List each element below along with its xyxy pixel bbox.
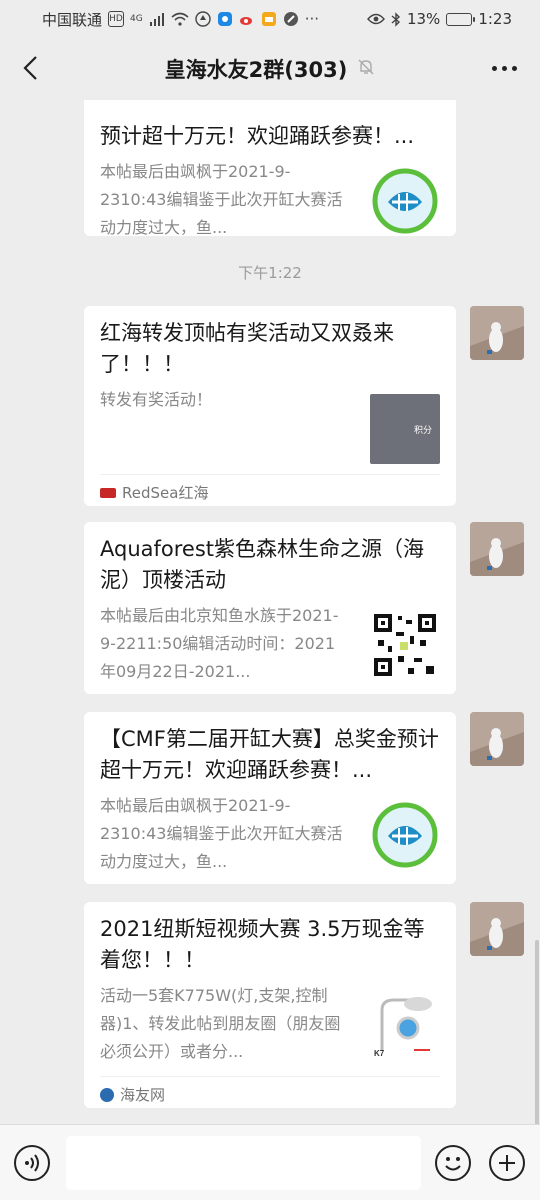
more-dot xyxy=(491,65,497,71)
chat-title: 皇海水友2群(303) xyxy=(164,58,348,82)
app-icon xyxy=(283,11,299,27)
app-icon xyxy=(195,11,211,27)
message-timestamp: 下午1:22 xyxy=(238,264,302,282)
more-actions-button[interactable] xyxy=(489,1145,525,1181)
app-icon xyxy=(217,11,233,27)
status-bar: 中国联通 HD 4G ··· 13% 1:23 xyxy=(0,0,540,38)
card-body: 本帖最后由北京知鱼水族于2021-9-2211:50编辑活动时间：2021年09… xyxy=(100,602,440,686)
notification-icon xyxy=(261,11,277,27)
fish-logo-thumbnail xyxy=(370,800,440,870)
chat-header: 皇海水友2群(303) xyxy=(0,38,540,100)
input-bar xyxy=(0,1124,540,1200)
card-description: 活动一5套K775W(灯,支架,控制器)1、转发此帖到朋友圈（朋友圈必须公开）或… xyxy=(100,986,341,1061)
card-title: Aquaforest紫色森林生命之源（海泥）顶楼活动 xyxy=(100,537,425,592)
card-body: 本帖最后由飒枫于2021-9-2310:43编辑鉴于此次开缸大赛活动力度过大，鱼… xyxy=(100,158,440,242)
card-description: 转发有奖活动！ xyxy=(100,390,213,409)
voice-icon xyxy=(25,1154,39,1172)
card-body: 本帖最后由飒枫于2021-9-2310:43编辑鉴于此次开缸大赛活动力度过大，鱼… xyxy=(100,792,440,876)
card-description: 本帖最后由飒枫于2021-9-2310:43编辑鉴于此次开缸大赛活动力度过大，鱼… xyxy=(100,796,343,871)
card-description: 本帖最后由北京知鱼水族于2021-9-2211:50编辑活动时间：2021年09… xyxy=(100,606,339,681)
chat-title-container: 皇海水友2群(303) xyxy=(165,54,376,84)
chevron-left-icon xyxy=(23,56,37,80)
card-title: 预计超十万元！欢迎踊跃参赛！... xyxy=(100,124,415,148)
plus-icon xyxy=(499,1155,515,1171)
card-source: 海友网 xyxy=(100,1076,440,1112)
thumbnail-text: 积分 xyxy=(413,425,432,436)
link-card[interactable]: 【CMF第二届开缸大赛】总奖金预计超十万元！欢迎踊跃参赛！... 本帖最后由飒枫… xyxy=(84,712,456,884)
lamp-product-thumbnail: K7 xyxy=(370,990,440,1060)
card-source: RedSea红海 xyxy=(100,474,440,510)
redsea-source-icon xyxy=(100,487,116,498)
avatar[interactable] xyxy=(470,712,524,766)
carrier-label: 中国联通 xyxy=(42,10,103,29)
bell-off-icon xyxy=(357,57,375,81)
hd-badge: HD xyxy=(108,11,125,27)
card-title: 2021纽斯短视频大赛 3.5万现金等着您！！！ xyxy=(100,917,425,972)
message-input[interactable] xyxy=(66,1136,421,1190)
scrollbar[interactable] xyxy=(535,940,539,1124)
source-name: RedSea红海 xyxy=(122,484,209,502)
battery-icon xyxy=(446,12,476,26)
more-dot xyxy=(501,65,507,71)
weibo-icon xyxy=(239,11,255,27)
voice-input-button[interactable] xyxy=(14,1145,50,1181)
card-body: 转发有奖活动！ 积分 xyxy=(100,386,440,464)
qr-code-thumbnail xyxy=(370,610,440,680)
redsea-banner-thumbnail: 积分 xyxy=(370,394,440,464)
card-description: 本帖最后由飒枫于2021-9-2310:43编辑鉴于此次开缸大赛活动力度过大，鱼… xyxy=(100,162,343,237)
emoji-button[interactable] xyxy=(435,1145,471,1181)
link-card[interactable]: 红海转发顶帖有奖活动又双叒来了！！！ 转发有奖活动！ 积分 RedSea红海 xyxy=(84,306,456,506)
avatar[interactable] xyxy=(470,902,524,956)
network-type-label: 4G xyxy=(130,14,143,24)
avatar[interactable] xyxy=(470,306,524,360)
wifi-icon xyxy=(171,12,189,26)
source-name: 海友网 xyxy=(120,1086,166,1104)
fish-logo-thumbnail xyxy=(370,166,440,236)
more-options-button[interactable] xyxy=(486,50,522,86)
lamp-label: K7 xyxy=(374,1049,385,1058)
chat-list[interactable]: 预计超十万元！欢迎踊跃参赛！... 本帖最后由飒枫于2021-9-2310:43… xyxy=(0,100,540,1124)
battery-percent: 13% xyxy=(406,10,441,28)
link-card[interactable]: 2021纽斯短视频大赛 3.5万现金等着您！！！ 活动一5套K775W(灯,支架… xyxy=(84,902,456,1108)
card-body: 活动一5套K775W(灯,支架,控制器)1、转发此帖到朋友圈（朋友圈必须公开）或… xyxy=(100,982,440,1066)
link-card[interactable]: Aquaforest紫色森林生命之源（海泥）顶楼活动 本帖最后由北京知鱼水族于2… xyxy=(84,522,456,694)
smiley-icon xyxy=(445,1157,461,1171)
more-icon: ··· xyxy=(304,10,320,28)
signal-icon xyxy=(149,12,165,26)
card-title-clipped xyxy=(100,100,440,121)
eye-icon xyxy=(367,13,385,25)
link-card[interactable]: 预计超十万元！欢迎踊跃参赛！... 本帖最后由飒枫于2021-9-2310:43… xyxy=(84,100,456,237)
card-title: 【CMF第二届开缸大赛】总奖金预计超十万元！欢迎踊跃参赛！... xyxy=(100,727,439,782)
clock: 1:23 xyxy=(478,10,512,28)
bluetooth-icon xyxy=(391,11,401,27)
card-title: 红海转发顶帖有奖活动又双叒来了！！！ xyxy=(100,321,394,376)
avatar[interactable] xyxy=(470,522,524,576)
more-dot xyxy=(511,65,517,71)
haiyou-source-icon xyxy=(100,1087,114,1102)
back-button[interactable] xyxy=(12,50,48,86)
